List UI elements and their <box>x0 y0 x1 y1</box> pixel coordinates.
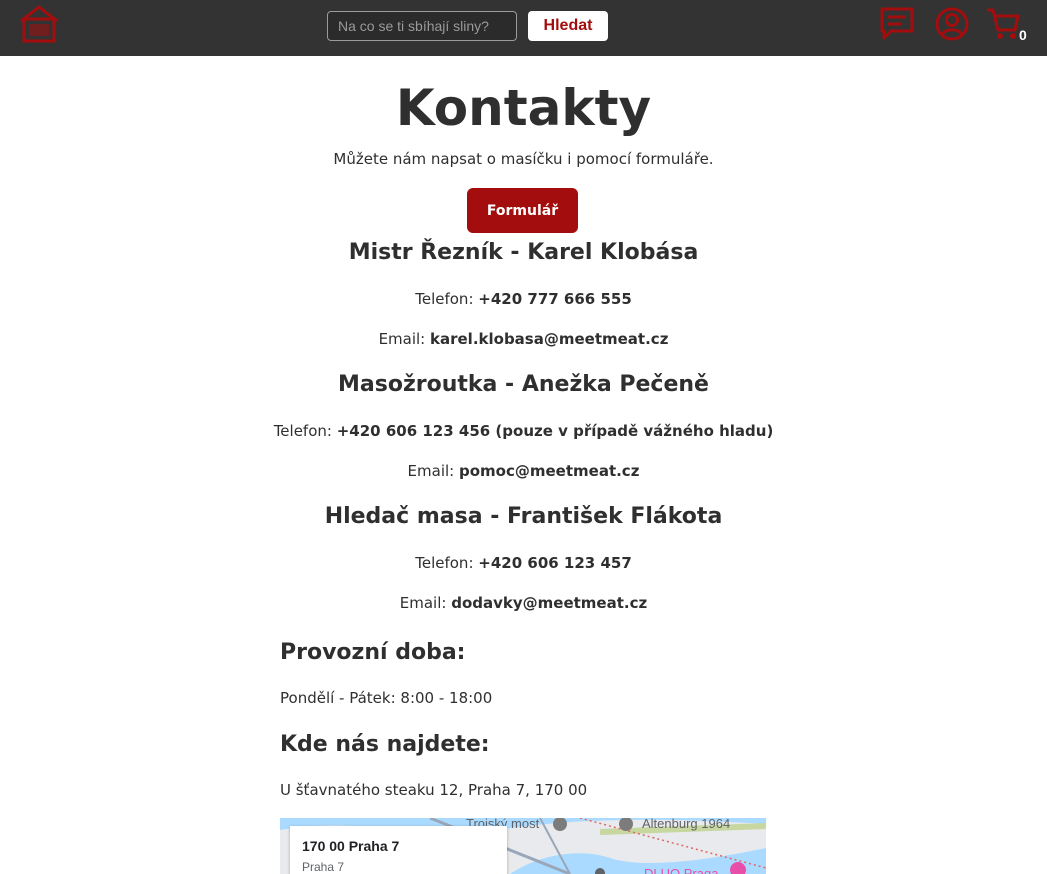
search-input[interactable] <box>327 11 517 41</box>
phone-value[interactable]: +420 606 123 456 (pouze v případě vážnéh… <box>337 422 774 440</box>
map-place-card[interactable]: 170 00 Praha 7 Praha 7 <box>290 826 507 874</box>
form-button[interactable]: Formulář <box>467 188 578 233</box>
logo-house-icon[interactable] <box>18 3 60 43</box>
map-label: Altenburg 1964 <box>642 818 731 831</box>
email-value[interactable]: dodavky@meetmeat.cz <box>451 594 647 612</box>
address-text: U šťavnatého steaku 12, Praha 7, 170 00 <box>280 781 588 799</box>
email-value[interactable]: pomoc@meetmeat.cz <box>459 462 639 480</box>
contact-phone: Telefon: +420 777 666 555 <box>0 290 1047 308</box>
map-place-title: 170 00 Praha 7 <box>302 838 400 854</box>
cart-icon[interactable] <box>985 6 1021 42</box>
intro-text: Můžete nám napsat o masíčku i pomocí for… <box>333 150 714 168</box>
map-place-subtitle: Praha 7 <box>302 860 345 874</box>
hours-text: Pondělí - Pátek: 8:00 - 18:00 <box>280 689 493 707</box>
contact-email: Email: karel.klobasa@meetmeat.cz <box>0 330 1047 348</box>
page-title: Kontakty <box>395 79 652 137</box>
map-embed[interactable]: Troiský most Altenburg 1964 DLUQ Praga 1… <box>280 818 766 874</box>
contact-name: Hledač masa - František Flákota <box>324 504 723 529</box>
phone-label: Telefon: <box>415 290 474 308</box>
email-label: Email: <box>378 330 426 348</box>
contact-name: Masožroutka - Anežka Pečeně <box>338 372 709 397</box>
contact-phone: Telefon: +420 606 123 457 <box>0 554 1047 572</box>
user-icon[interactable] <box>934 6 970 42</box>
cart-count-badge: 0 <box>1019 27 1027 43</box>
hours-heading: Provozní doba: <box>280 640 466 665</box>
map-label: DLUQ Praga <box>644 866 719 874</box>
location-heading: Kde nás najdete: <box>280 732 490 757</box>
email-value[interactable]: karel.klobasa@meetmeat.cz <box>430 330 668 348</box>
contact-phone: Telefon: +420 606 123 456 (pouze v přípa… <box>0 422 1047 440</box>
phone-value[interactable]: +420 777 666 555 <box>478 290 631 308</box>
phone-label: Telefon: <box>415 554 474 572</box>
top-navigation-bar: Hledat 0 <box>0 0 1047 56</box>
phone-label: Telefon: <box>273 422 332 440</box>
chat-icon[interactable] <box>879 6 915 42</box>
contact-email: Email: pomoc@meetmeat.cz <box>0 462 1047 480</box>
email-label: Email: <box>399 594 447 612</box>
search-button[interactable]: Hledat <box>528 11 608 41</box>
contact-email: Email: dodavky@meetmeat.cz <box>0 594 1047 612</box>
contact-name: Mistr Řezník - Karel Klobása <box>348 240 699 265</box>
email-label: Email: <box>407 462 455 480</box>
phone-value[interactable]: +420 606 123 457 <box>478 554 631 572</box>
